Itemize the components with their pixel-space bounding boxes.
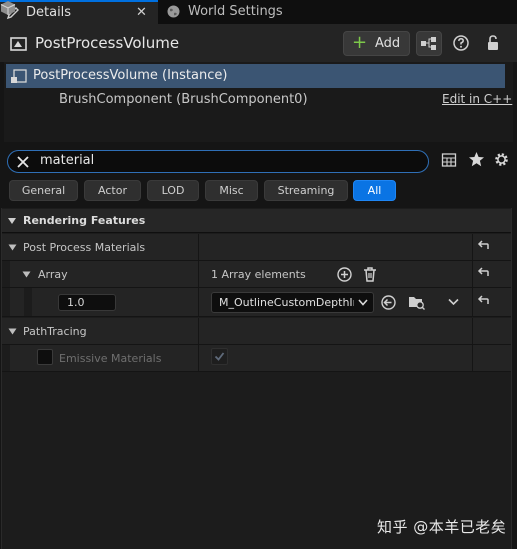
tab-details[interactable]: Details ✕ [0,0,158,24]
blueprint-button[interactable] [416,31,442,56]
filter-misc[interactable]: Misc [205,180,258,201]
post-process-volume-icon [10,36,28,52]
watermark: 知乎 @本羊已老矣 [377,518,507,536]
property-label: PathTracing [23,325,87,338]
table-view-icon[interactable] [441,152,457,168]
indent-guide [2,345,10,371]
category-rendering-features[interactable]: Rendering Features [2,209,511,233]
weight-number-field[interactable]: 1.0 [58,294,116,311]
collapse-arrow-icon[interactable] [7,217,17,225]
collapse-arrow-icon[interactable] [8,328,17,335]
add-component-button[interactable]: + Add [343,31,410,56]
indent-guide [2,288,10,316]
reset-to-default-icon[interactable] [476,267,490,281]
lock-icon[interactable] [485,34,501,52]
filter-lod[interactable]: LOD [147,180,199,201]
filter-streaming[interactable]: Streaming [264,180,348,201]
column-divider [198,261,199,287]
collapse-arrow-icon[interactable] [8,244,17,251]
weight-value: 1.0 [67,296,85,309]
blueprint-icon [421,37,436,50]
filter-general[interactable]: General [9,180,78,201]
property-label: Emissive Materials [59,352,162,365]
search-value: material [40,153,95,168]
column-divider [472,345,473,371]
browse-folder-icon[interactable] [408,294,426,310]
column-divider [198,345,199,371]
emissive-materials-override-checkbox[interactable] [37,349,53,365]
property-emissive-materials[interactable]: Emissive Materials [2,345,511,372]
collapse-arrow-icon[interactable] [22,271,31,278]
browse-to-asset-icon[interactable] [380,294,397,311]
indent-guide [2,261,10,287]
clear-search-icon[interactable] [14,153,32,171]
indent-guide [24,288,32,316]
column-divider [198,234,199,260]
tab-details-label: Details [26,5,72,20]
actor-name[interactable]: PostProcessVolume [35,34,179,52]
chevron-down-icon[interactable] [448,298,459,306]
column-divider [198,288,199,316]
category-label: Rendering Features [23,214,146,227]
property-label: Array [38,268,68,281]
edit-in-cpp-link[interactable]: Edit in C++ [442,92,512,106]
help-icon[interactable] [452,34,470,52]
column-divider [472,234,473,260]
plus-icon: + [352,32,368,53]
globe-icon [166,4,181,19]
property-label: Post Process Materials [23,241,146,254]
material-asset-value: M_OutlineCustomDepthIn [219,296,354,309]
property-array[interactable]: Array 1 Array elements [2,261,511,288]
array-count: 1 Array elements [211,268,306,281]
column-divider [198,318,199,344]
column-divider [472,318,473,344]
chevron-down-icon [358,299,368,306]
actor-component-icon [11,69,27,83]
reset-to-default-icon[interactable] [476,295,490,309]
emissive-materials-checkbox[interactable] [211,348,228,365]
settings-gear-icon[interactable] [493,151,510,168]
search-input[interactable]: material [7,150,429,173]
filter-all[interactable]: All [353,180,396,201]
component-root-label: PostProcessVolume (Instance) [33,68,228,83]
reset-to-default-icon[interactable] [476,240,490,254]
property-post-process-materials[interactable]: Post Process Materials [2,234,511,261]
add-button-label: Add [375,36,401,51]
property-path-tracing[interactable]: PathTracing [2,318,511,345]
tab-world-settings[interactable]: World Settings [166,0,366,24]
delete-icon[interactable] [362,266,378,283]
column-divider [472,261,473,287]
component-root-item[interactable]: PostProcessVolume (Instance) [6,64,505,88]
checkmark-icon [214,352,225,361]
add-element-icon[interactable] [336,266,353,283]
tab-world-settings-label: World Settings [188,4,283,19]
brush-component-icon [0,0,16,16]
brush-component-label[interactable]: BrushComponent (BrushComponent0) [59,92,308,107]
filter-actor[interactable]: Actor [84,180,141,201]
close-icon[interactable]: ✕ [136,5,147,20]
material-asset-dropdown[interactable]: M_OutlineCustomDepthIn [211,292,374,313]
column-divider [472,288,473,316]
favorites-star-icon[interactable] [468,151,485,168]
